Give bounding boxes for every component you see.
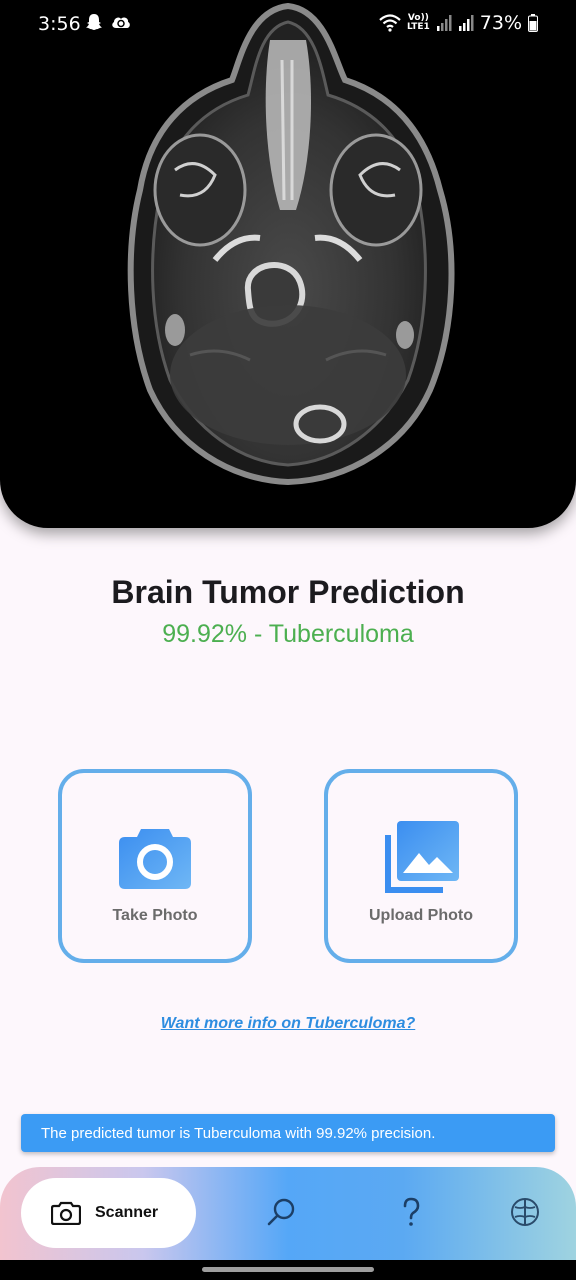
search-icon[interactable]	[265, 1196, 297, 1228]
battery-percent: 73%	[479, 12, 522, 34]
help-icon[interactable]	[395, 1196, 427, 1228]
brain-icon[interactable]	[509, 1196, 541, 1228]
photo-library-icon	[385, 821, 459, 893]
cloud-sync-icon	[112, 17, 130, 28]
prediction-snackbar: The predicted tumor is Tuberculoma with …	[21, 1114, 555, 1152]
mri-scan-graphic	[127, 2, 455, 486]
gesture-bar[interactable]	[202, 1267, 374, 1272]
camera-icon	[51, 1201, 81, 1225]
wifi-icon	[379, 14, 401, 32]
signal-icon-2	[458, 15, 474, 31]
take-photo-button[interactable]: Take Photo	[58, 769, 252, 963]
volte-indicator: Vo)) LTE1	[406, 13, 430, 32]
prediction-result: 99.92% - Tuberculoma	[162, 620, 414, 648]
page-title: Brain Tumor Prediction	[111, 574, 465, 610]
battery-icon	[528, 14, 538, 32]
signal-icon	[436, 15, 452, 31]
upload-photo-button[interactable]: Upload Photo	[324, 769, 518, 963]
nav-scanner-label: Scanner	[95, 1204, 159, 1221]
status-bar: 3:56 Vo)) LTE1 73%	[0, 0, 576, 48]
camera-icon	[119, 829, 191, 889]
bottom-nav: Scanner	[0, 1167, 576, 1260]
take-photo-label: Take Photo	[112, 907, 198, 924]
snapchat-icon	[86, 14, 102, 30]
more-info-link[interactable]: Want more info on Tuberculoma?	[0, 1015, 576, 1033]
nav-item-scanner[interactable]: Scanner	[21, 1178, 196, 1248]
snackbar-text: The predicted tumor is Tuberculoma with …	[41, 1125, 436, 1142]
status-time: 3:56	[38, 13, 81, 35]
upload-photo-label: Upload Photo	[369, 907, 473, 924]
mri-scan-image: 3:56 Vo)) LTE1 73%	[0, 0, 576, 528]
gesture-area	[0, 1260, 576, 1280]
